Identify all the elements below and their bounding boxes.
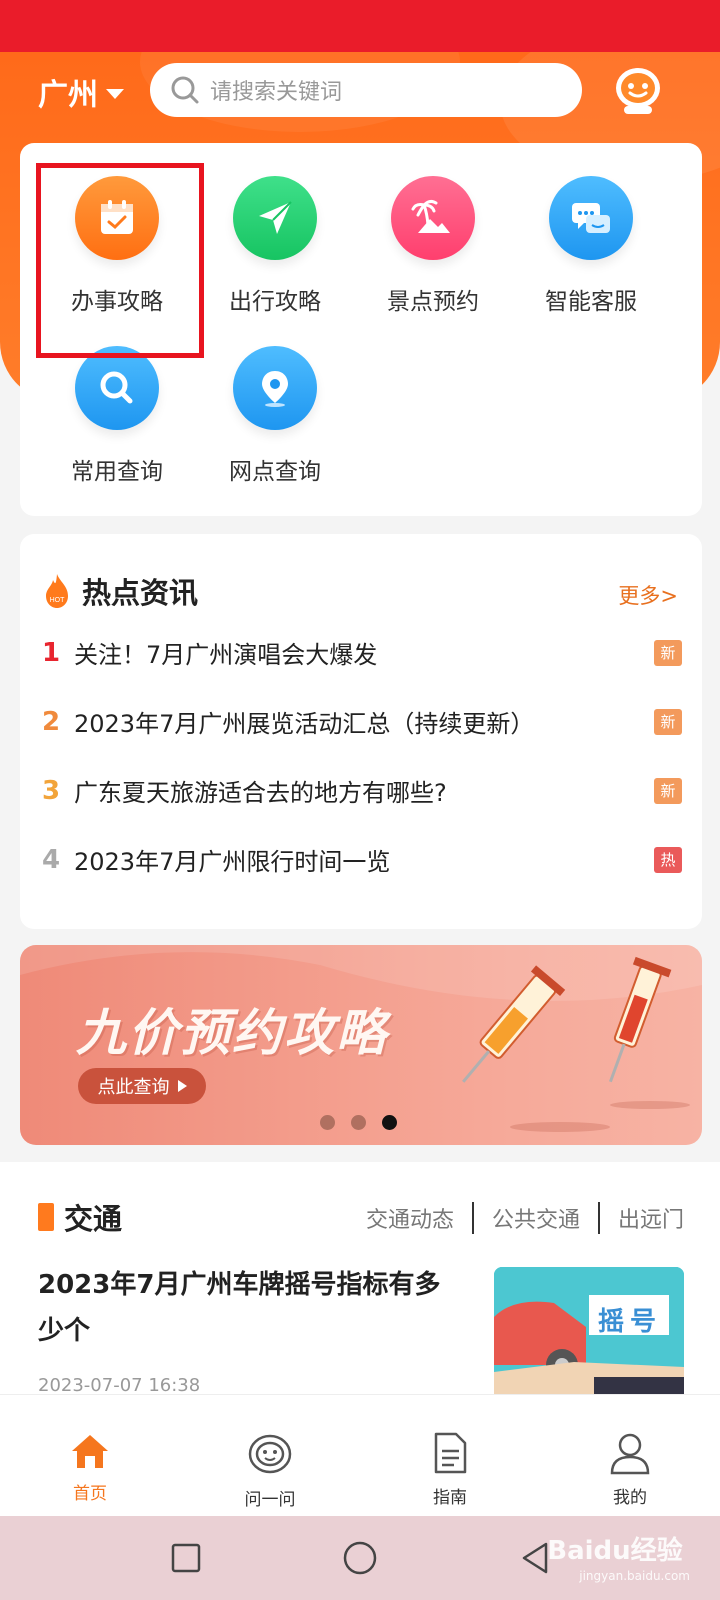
recent-apps-icon[interactable] <box>170 1542 202 1574</box>
carousel-dot[interactable] <box>351 1115 366 1130</box>
quick-link-scenic[interactable]: 景点预约 <box>358 176 508 316</box>
chat-bubbles-icon <box>549 176 633 260</box>
quick-link-label: 网点查询 <box>229 459 321 485</box>
quick-link-label: 出行攻略 <box>229 289 321 315</box>
tab-divider <box>597 1202 600 1234</box>
watermark-text: Baidu经验 <box>547 1536 683 1566</box>
news-item[interactable]: 4 2023年7月广州限行时间一览 热 <box>42 842 682 877</box>
news-item[interactable]: 3 广东夏天旅游适合去的地方有哪些? 新 <box>42 773 682 808</box>
news-text: 广东夏天旅游适合去的地方有哪些? <box>74 779 447 807</box>
quick-link-query[interactable]: 常用查询 <box>42 346 192 486</box>
home-icon <box>72 1435 108 1468</box>
tab-label: 指南 <box>433 1488 467 1508</box>
tab-label: 首页 <box>73 1484 107 1504</box>
quick-link-service[interactable]: 智能客服 <box>516 176 666 316</box>
quick-link-label: 常用查询 <box>71 459 163 485</box>
quick-link-outlets[interactable]: 网点查询 <box>200 346 350 486</box>
document-icon <box>434 1432 467 1474</box>
location-pin-icon <box>233 346 317 430</box>
assistant-robot-icon[interactable] <box>610 62 666 118</box>
article-title[interactable]: 2023年7月广州车牌摇号指标有多少个 <box>38 1262 458 1354</box>
news-header: HOT 热点资讯 <box>42 570 198 612</box>
promo-banner[interactable]: 九价预约攻略 点此查询 <box>20 945 702 1145</box>
watermark-sub: jingyan.baidu.com <box>579 1569 690 1583</box>
traffic-section: 交通 交通动态 公共交通 出远门 2023年7月广州车牌摇号指标有多少个 202… <box>0 1162 720 1402</box>
traffic-title: 交通 <box>64 1202 123 1236</box>
watermark: Baidu经验 jingyan.baidu.com <box>547 1530 690 1583</box>
quick-link-travel[interactable]: 出行攻略 <box>200 176 350 316</box>
highlight-box <box>36 163 204 358</box>
search-placeholder: 请搜索关键词 <box>210 80 343 105</box>
carousel-dot[interactable] <box>320 1115 335 1130</box>
home-circle-icon[interactable] <box>342 1540 378 1576</box>
palm-tree-icon <box>391 176 475 260</box>
news-item[interactable]: 2 2023年7月广州展览活动汇总（持续更新） 新 <box>42 704 682 739</box>
search-icon <box>171 76 199 104</box>
tab-guide[interactable]: 指南 <box>360 1395 540 1516</box>
status-bar <box>0 0 720 52</box>
quick-link-label: 智能客服 <box>545 289 637 315</box>
tab-traffic-news[interactable]: 交通动态 <box>366 1202 454 1234</box>
fire-hot-icon: HOT <box>46 574 68 608</box>
article-thumbnail[interactable]: 摇号 <box>494 1267 684 1402</box>
traffic-header: 交通 <box>38 1196 122 1238</box>
section-bar-icon <box>38 1203 48 1231</box>
news-rank: 4 <box>42 844 61 875</box>
bottom-tab-bar: 首页 问一问 指南 我的 <box>0 1394 720 1516</box>
play-arrow-icon <box>177 1080 187 1092</box>
robot-icon <box>248 1434 292 1474</box>
tab-home[interactable]: 首页 <box>0 1395 180 1516</box>
tab-mine[interactable]: 我的 <box>540 1395 720 1516</box>
carousel-dots <box>320 1115 397 1130</box>
magnifier-icon <box>75 346 159 430</box>
banner-title: 九价预约攻略 <box>76 1004 388 1062</box>
news-text: 关注！7月广州演唱会大爆发 <box>74 641 378 669</box>
news-rank: 2 <box>42 706 61 737</box>
tab-ask[interactable]: 问一问 <box>180 1395 360 1516</box>
banner-query-button[interactable]: 点此查询 <box>78 1068 206 1104</box>
traffic-tabs: 交通动态 公共交通 出远门 <box>366 1202 684 1234</box>
new-badge: 新 <box>654 708 682 735</box>
thumbnail-caption: 摇号 <box>598 1307 663 1337</box>
carousel-dot-active[interactable] <box>382 1115 397 1130</box>
new-badge: 新 <box>654 639 682 666</box>
news-item[interactable]: 1 关注！7月广州演唱会大爆发 新 <box>42 635 682 670</box>
news-rank: 3 <box>42 775 61 806</box>
tab-label: 问一问 <box>244 1490 296 1510</box>
city-selector[interactable]: 广州 <box>38 70 124 114</box>
paper-plane-icon <box>233 176 317 260</box>
article-date: 2023-07-07 16:38 <box>38 1375 201 1396</box>
tab-divider <box>471 1202 474 1234</box>
new-badge: 新 <box>654 777 682 804</box>
more-link[interactable]: 更多> <box>618 580 678 610</box>
search-input[interactable]: 请搜索关键词 <box>150 63 582 117</box>
news-title: 热点资讯 <box>82 576 199 610</box>
tab-label: 我的 <box>613 1488 647 1508</box>
hot-news-card: HOT 热点资讯 更多> 1 关注！7月广州演唱会大爆发 新 2 2023年7月… <box>20 534 702 929</box>
syringe-illustration <box>462 956 690 1132</box>
news-text: 2023年7月广州限行时间一览 <box>74 848 391 876</box>
news-rank: 1 <box>42 637 61 668</box>
svg-text:HOT: HOT <box>50 597 66 604</box>
tab-long-trip[interactable]: 出远门 <box>618 1202 684 1234</box>
banner-button-label: 点此查询 <box>97 1077 170 1098</box>
tab-public-transport[interactable]: 公共交通 <box>492 1202 580 1234</box>
caret-down-icon <box>106 89 124 99</box>
city-label: 广州 <box>38 78 98 113</box>
quick-link-label: 景点预约 <box>387 289 479 315</box>
back-icon[interactable] <box>518 1540 550 1576</box>
news-text: 2023年7月广州展览活动汇总（持续更新） <box>74 710 535 738</box>
user-icon <box>610 1433 650 1475</box>
hot-badge: 热 <box>654 846 682 873</box>
